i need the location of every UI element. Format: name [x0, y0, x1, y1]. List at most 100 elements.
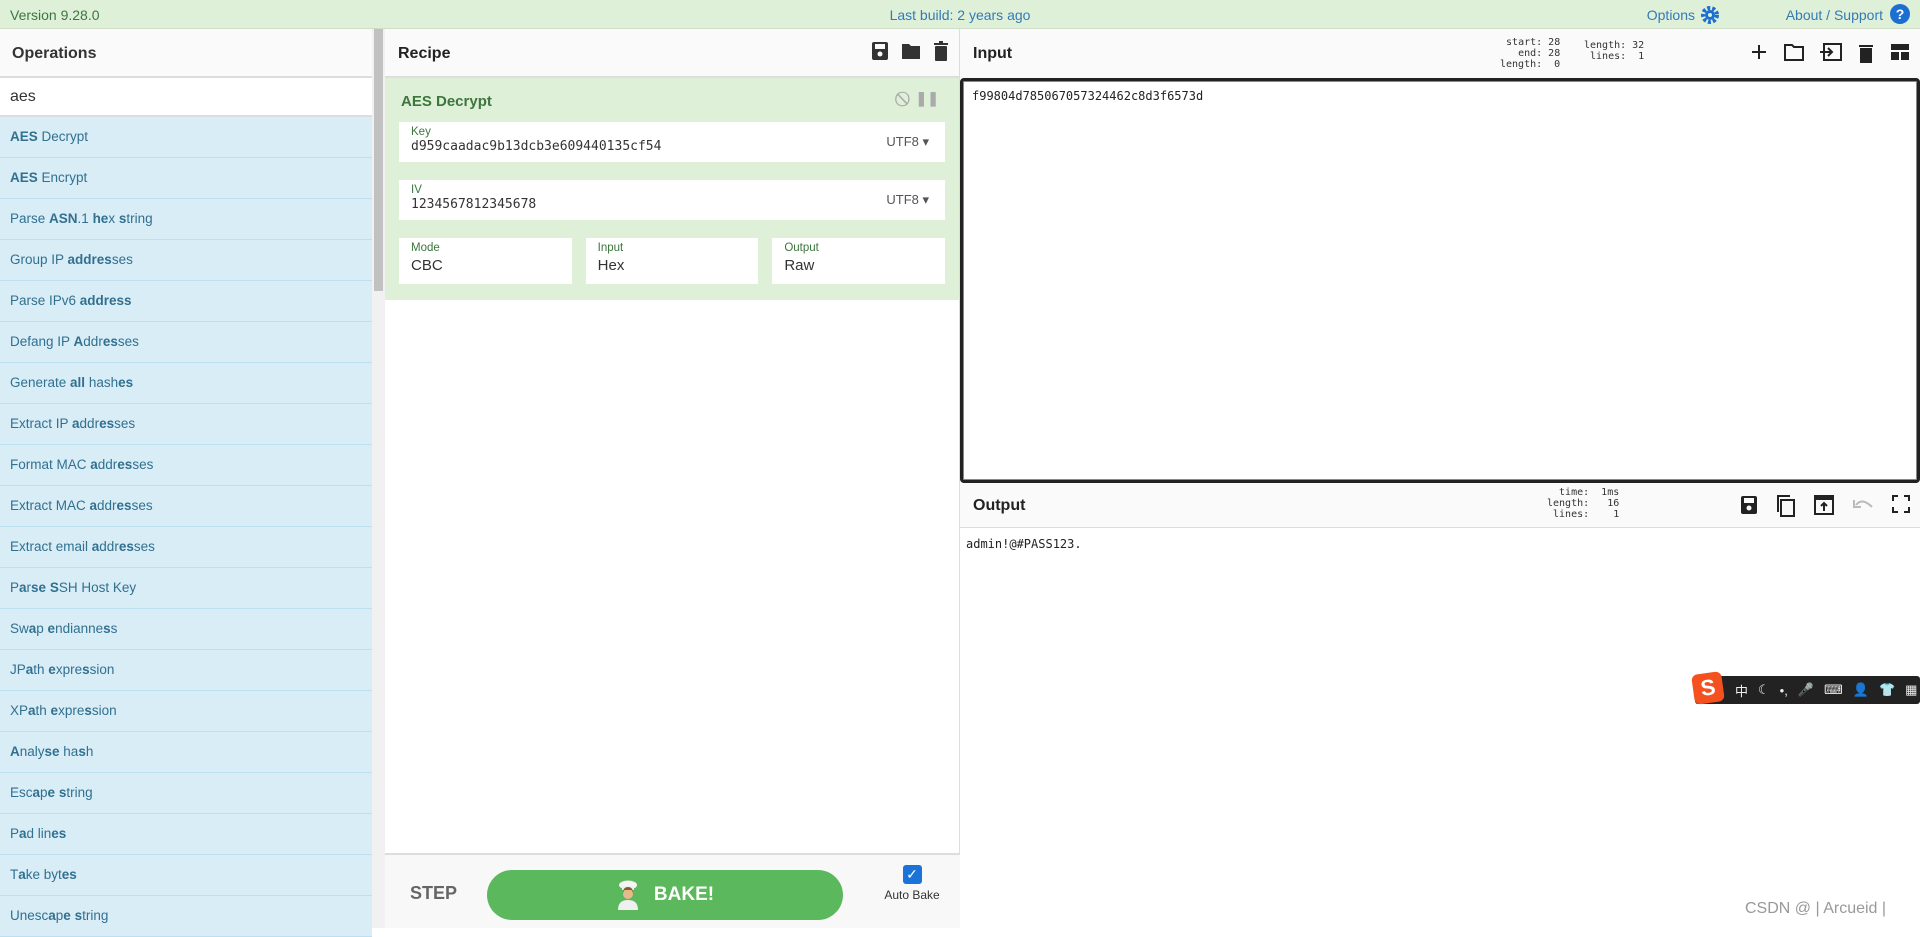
operations-search-input[interactable] — [0, 78, 372, 117]
operation-item[interactable]: AES Decrypt — [0, 117, 372, 158]
match-highlight: a — [48, 908, 56, 923]
output-title: Output — [973, 497, 1026, 514]
keyboard-icon[interactable]: ⌨ — [1824, 682, 1843, 698]
about-support-link[interactable]: About / Support — [1786, 7, 1883, 23]
match-highlight: a — [90, 457, 98, 472]
replace-input-icon[interactable] — [1814, 495, 1834, 517]
output-format-select[interactable]: Output Raw — [772, 238, 946, 284]
iv-value[interactable]: 1234567812345678 — [411, 197, 933, 212]
folder-icon[interactable] — [901, 41, 921, 61]
operation-item[interactable]: Format MAC addresses — [0, 445, 372, 486]
open-file-icon[interactable] — [1820, 43, 1842, 63]
operation-label-part: JP — [10, 662, 26, 677]
input-length-stats: length: 32 lines: 1 — [1584, 40, 1645, 62]
user-icon[interactable]: 👤 — [1853, 682, 1869, 698]
operation-item[interactable]: Escape string — [0, 773, 372, 814]
operation-label-part: ddr — [97, 457, 118, 472]
bake-button[interactable]: BAKE! — [487, 870, 843, 920]
operation-item[interactable]: Unescape string — [0, 896, 372, 937]
operation-item[interactable]: Take bytes — [0, 855, 372, 896]
key-field[interactable]: Key d959caadac9b13dcb3e609440135cf54 UTF… — [399, 122, 945, 162]
match-highlight: s — [74, 908, 83, 923]
operation-label-part: p — [40, 785, 48, 800]
trash-icon[interactable] — [933, 41, 949, 61]
operation-label-part: th — [33, 662, 49, 677]
help-icon[interactable]: ? — [1890, 4, 1910, 24]
microphone-icon[interactable]: 🎤 — [1798, 682, 1814, 698]
add-tab-icon[interactable] — [1750, 43, 1768, 63]
operation-label-part: Parse — [10, 211, 50, 226]
moon-icon[interactable]: ☾ — [1758, 682, 1770, 698]
iv-encoding: UTF8 — [886, 192, 919, 207]
scrollbar-thumb[interactable] — [374, 29, 383, 291]
operation-item[interactable]: Pad lines — [0, 814, 372, 855]
recipe-panel: Recipe AES Decrypt ⃠❚❚ Key d959caadac9b1… — [385, 29, 960, 928]
layout-icon[interactable] — [1890, 43, 1910, 63]
match-highlight: es — [117, 457, 133, 472]
operation-label-part: .1 — [77, 211, 93, 226]
match-highlight: a — [72, 416, 80, 431]
input-format-value: Hex — [597, 257, 625, 274]
match-highlight: he — [92, 211, 109, 226]
operation-label-part: Parse IPv6 — [10, 293, 80, 308]
operation-item[interactable]: Parse SSH Host Key — [0, 568, 372, 609]
operation-item[interactable]: Defang IP Addresses — [0, 322, 372, 363]
operation-item[interactable]: JPath expression — [0, 650, 372, 691]
chef-icon — [616, 880, 640, 910]
mode-select[interactable]: Mode CBC — [399, 238, 572, 284]
mode-value: CBC — [411, 257, 443, 274]
operation-item[interactable]: Swap endianness — [0, 609, 372, 650]
operation-item[interactable]: Extract IP addresses — [0, 404, 372, 445]
match-highlight: es — [99, 416, 115, 431]
operation-item[interactable]: Analyse hash — [0, 732, 372, 773]
save-output-icon[interactable] — [1740, 495, 1758, 517]
operation-label-part: th — [35, 703, 51, 718]
operation-label-part: xpre — [58, 703, 85, 718]
input-textarea[interactable]: f99804d785067057324462c8d3f6573d — [960, 78, 1920, 483]
ime-toolbar[interactable]: S 中 ☾ •, 🎤 ⌨ 👤 👕 ▦ — [1691, 671, 1920, 705]
auto-bake-checkbox[interactable]: ✓ Auto Bake — [872, 865, 952, 902]
clear-input-icon[interactable] — [1858, 43, 1874, 63]
step-button[interactable]: STEP — [410, 883, 457, 904]
input-format-select[interactable]: Input Hex — [585, 238, 759, 284]
punctuation-icon[interactable]: •, — [1780, 683, 1788, 698]
gear-icon[interactable] — [1700, 5, 1720, 25]
match-highlight: A — [10, 744, 20, 759]
input-title: Input — [973, 45, 1013, 62]
recipe-operation-aes-decrypt[interactable]: AES Decrypt ⃠❚❚ Key d959caadac9b13dcb3e6… — [385, 78, 959, 300]
apps-icon[interactable]: ▦ — [1905, 682, 1917, 698]
operation-label-part: XP — [10, 703, 29, 718]
copy-icon[interactable] — [1776, 495, 1796, 517]
pause-icon[interactable]: ❚❚ — [916, 90, 939, 107]
operation-label-part: Extract MAC — [10, 498, 90, 513]
match-highlight: se — [31, 580, 47, 595]
match-highlight: all — [70, 375, 86, 390]
key-value[interactable]: d959caadac9b13dcb3e609440135cf54 — [411, 139, 933, 154]
iv-encoding-dropdown[interactable]: UTF8 ▾ — [886, 192, 929, 208]
operation-item[interactable]: Extract email addresses — [0, 527, 372, 568]
sogou-logo: S — [1691, 671, 1725, 705]
maximise-icon[interactable] — [1892, 495, 1910, 517]
operation-item[interactable]: Parse ASN.1 hex string — [0, 199, 372, 240]
iv-label: IV — [411, 184, 422, 196]
match-highlight: a — [32, 785, 41, 800]
operation-label-part: sion — [91, 703, 117, 718]
operation-item[interactable]: Extract MAC addresses — [0, 486, 372, 527]
operation-item[interactable]: Generate all hashes — [0, 363, 372, 404]
open-folder-icon[interactable] — [1784, 43, 1804, 63]
operations-scrollbar[interactable] — [372, 29, 385, 928]
iv-field[interactable]: IV 1234567812345678 UTF8 ▾ — [399, 180, 945, 220]
operation-label-part: ddr — [83, 334, 103, 349]
key-encoding-dropdown[interactable]: UTF8 ▾ — [886, 134, 929, 150]
operation-item[interactable]: XPath expression — [0, 691, 372, 732]
ime-chinese-mode[interactable]: 中 — [1735, 681, 1748, 700]
operation-item[interactable]: AES Encrypt — [0, 158, 372, 199]
match-highlight: e — [63, 908, 71, 923]
save-icon[interactable] — [871, 41, 889, 61]
shirt-icon[interactable]: 👕 — [1879, 682, 1895, 698]
operation-item[interactable]: Group IP addresses — [0, 240, 372, 281]
operation-item[interactable]: Parse IPv6 address — [0, 281, 372, 322]
undo-icon[interactable] — [1852, 495, 1874, 517]
match-highlight: s — [78, 744, 86, 759]
options-link[interactable]: Options — [1647, 7, 1695, 23]
